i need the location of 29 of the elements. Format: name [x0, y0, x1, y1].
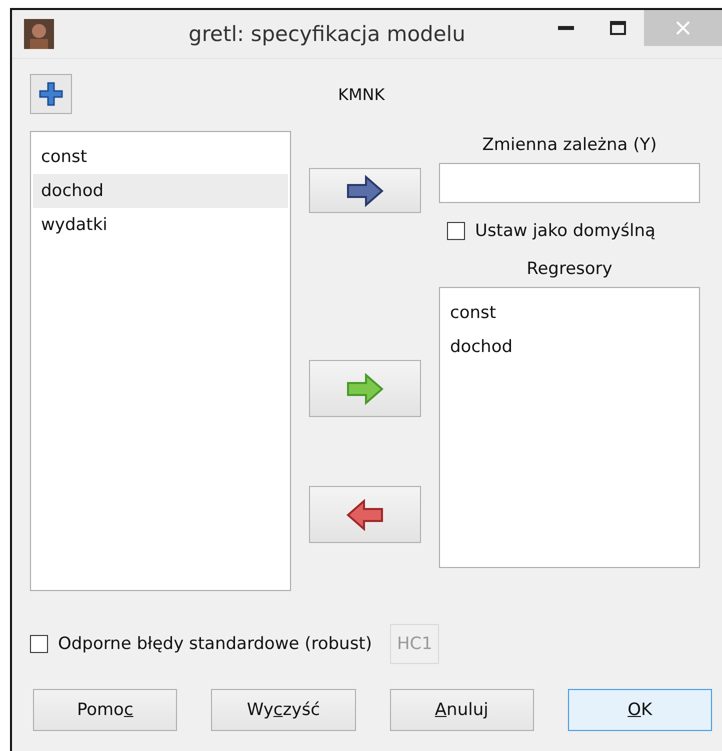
variable-item[interactable]: wydatki	[33, 208, 288, 242]
estimator-label: KMNK	[338, 84, 385, 104]
dependent-field[interactable]	[439, 163, 700, 203]
dialog-button[interactable]: OK	[568, 689, 712, 731]
arrow-right-icon	[346, 174, 384, 206]
regressor-item[interactable]: const	[442, 296, 697, 330]
close-icon	[676, 21, 690, 35]
dialog-button[interactable]: Anuluj	[390, 689, 534, 731]
arrow-right-icon	[346, 372, 384, 404]
dialog-button[interactable]: Wyczyść	[211, 689, 356, 731]
regressors-label: Regresory	[526, 259, 614, 279]
app-icon	[24, 19, 54, 49]
add-regressor-button[interactable]	[309, 360, 421, 417]
set-dependent-button[interactable]	[309, 168, 421, 213]
checkbox[interactable]	[447, 222, 465, 240]
checkbox[interactable]	[30, 635, 48, 653]
plus-icon	[38, 81, 64, 107]
add-button[interactable]	[30, 74, 72, 114]
remove-regressor-button[interactable]	[309, 486, 421, 543]
window-title: gretl: specyfikacja modelu	[188, 22, 466, 46]
variable-item[interactable]: dochod	[33, 174, 288, 208]
regressor-item[interactable]: dochod	[442, 330, 697, 364]
checkbox-label: Ustaw jako domyślną	[475, 221, 656, 241]
maximize-icon[interactable]	[610, 21, 626, 35]
dialog-button[interactable]: Pomoc	[33, 689, 178, 731]
variable-item[interactable]: const	[33, 140, 288, 174]
arrow-left-icon	[346, 498, 384, 530]
dependent-label: Zmienna zależna (Y)	[481, 135, 658, 155]
checkbox-label: Odporne błędy standardowe (robust)	[58, 634, 372, 654]
